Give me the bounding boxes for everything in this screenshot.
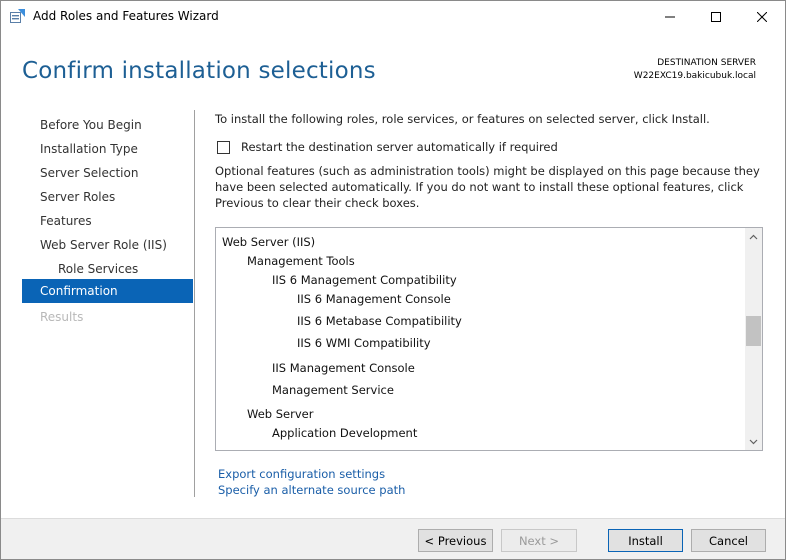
- server-manager-icon: [10, 9, 26, 23]
- list-item: Management Tools: [247, 254, 355, 268]
- chevron-down-icon: [749, 439, 758, 444]
- minimize-icon: [665, 16, 675, 17]
- list-item: Web Server (IIS): [222, 235, 316, 249]
- list-item: Application Development: [272, 426, 418, 440]
- nav-confirmation[interactable]: Confirmation: [22, 279, 193, 303]
- features-list[interactable]: Web Server (IIS) Management Tools IIS 6 …: [215, 227, 763, 451]
- window-title: Add Roles and Features Wizard: [33, 9, 219, 23]
- optional-features-note: Optional features (such as administratio…: [215, 164, 760, 210]
- cancel-button[interactable]: Cancel: [691, 529, 766, 552]
- close-icon: [757, 11, 767, 22]
- nav-before-you-begin[interactable]: Before You Begin: [22, 113, 193, 137]
- features-list-scrollbar[interactable]: [745, 228, 762, 450]
- list-item: IIS 6 Metabase Compatibility: [297, 314, 462, 328]
- nav-web-server-role[interactable]: Web Server Role (IIS): [22, 233, 193, 257]
- list-item: IIS Management Console: [272, 361, 415, 375]
- sidebar-divider: [194, 110, 195, 497]
- wizard-footer: < Previous Next > Install Cancel: [1, 518, 785, 559]
- restart-option[interactable]: Restart the destination server automatic…: [217, 140, 558, 154]
- nav-server-roles[interactable]: Server Roles: [22, 185, 193, 209]
- nav-role-services[interactable]: Role Services: [22, 257, 193, 281]
- destination-server-label: DESTINATION SERVER: [657, 58, 756, 68]
- title-bar: Add Roles and Features Wizard: [1, 1, 785, 32]
- restart-checkbox-label[interactable]: Restart the destination server automatic…: [241, 140, 558, 154]
- restart-checkbox[interactable]: [217, 140, 230, 154]
- scroll-down-button[interactable]: [745, 433, 762, 450]
- list-item: IIS 6 WMI Compatibility: [297, 336, 431, 350]
- intro-text: To install the following roles, role ser…: [215, 112, 710, 126]
- install-button[interactable]: Install: [608, 529, 683, 552]
- previous-button[interactable]: < Previous: [418, 529, 493, 552]
- nav-results: Results: [40, 310, 84, 324]
- list-item: IIS 6 Management Compatibility: [272, 273, 457, 287]
- confirmation-content: To install the following roles, role ser…: [215, 110, 765, 510]
- nav-server-selection[interactable]: Server Selection: [22, 161, 193, 185]
- minimize-button[interactable]: [647, 1, 693, 32]
- wizard-window: Add Roles and Features Wizard Confirm in…: [0, 0, 786, 560]
- wizard-body: Before You Begin Installation Type Serve…: [1, 110, 785, 518]
- maximize-button[interactable]: [693, 1, 739, 32]
- page-title: Confirm installation selections: [22, 58, 376, 84]
- scroll-up-button[interactable]: [745, 228, 762, 245]
- scroll-thumb[interactable]: [746, 316, 761, 346]
- nav-installation-type[interactable]: Installation Type: [22, 137, 193, 161]
- wizard-steps-nav: Before You Begin Installation Type Serve…: [22, 110, 193, 500]
- list-item: Management Service: [272, 383, 394, 397]
- nav-features[interactable]: Features: [22, 209, 193, 233]
- alternate-source-path-link[interactable]: Specify an alternate source path: [218, 483, 405, 497]
- chevron-up-icon: [749, 234, 758, 239]
- export-configuration-link[interactable]: Export configuration settings: [218, 467, 385, 481]
- next-button: Next >: [501, 529, 577, 552]
- list-item: Web Server: [247, 407, 314, 421]
- maximize-icon: [711, 11, 721, 22]
- wizard-header: Confirm installation selections DESTINAT…: [1, 32, 785, 110]
- close-button[interactable]: [739, 1, 785, 32]
- list-item: IIS 6 Management Console: [297, 292, 451, 306]
- destination-server-name: W22EXC19.bakicubuk.local: [633, 71, 756, 81]
